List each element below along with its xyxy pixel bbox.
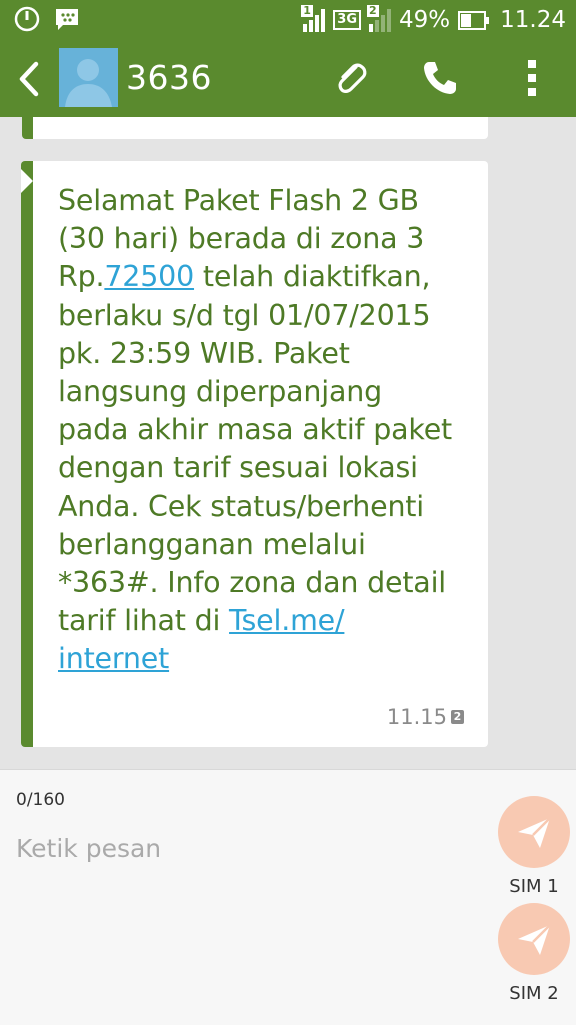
message-line: dengan tarif sesuai lokasi — [58, 449, 478, 487]
message-line: internet — [58, 640, 478, 678]
sim1-badge: 1 — [301, 4, 313, 17]
message-text-segment: pk. 23:59 WIB. Paket — [58, 336, 350, 370]
status-bar: 1 3G 2 49% 11.24 — [0, 0, 576, 40]
message-time: 11.15 — [386, 705, 447, 729]
message-text-segment: tarif lihat di — [58, 604, 230, 638]
message-line: *363#. Info zona dan detail — [58, 564, 478, 602]
sim2-signal-icon: 2 — [367, 4, 392, 32]
message-text-segment: pada akhir masa aktif paket — [58, 413, 453, 447]
battery-fill — [461, 13, 471, 27]
message-link[interactable]: 72500 — [104, 260, 194, 293]
contact-avatar[interactable] — [59, 48, 118, 107]
send-icon — [518, 817, 551, 848]
send-sim1-group: SIM 1 — [494, 796, 574, 897]
message-meta: 11.15 2 — [387, 705, 464, 729]
message-line: pk. 23:59 WIB. Paket — [58, 335, 478, 373]
message-text-segment: *363#. Info zona dan detail — [58, 566, 447, 600]
network-type-badge: 3G — [333, 10, 362, 30]
message-text-segment: Rp. — [58, 260, 105, 294]
call-button[interactable] — [420, 58, 460, 98]
char-counter: 0/160 — [16, 790, 65, 810]
message-line: (30 hari) berada di zona 3 — [58, 220, 478, 258]
send-sim2-button[interactable] — [498, 903, 570, 975]
message-body: Selamat Paket Flash 2 GB (30 hari) berada… — [58, 182, 478, 679]
message-list[interactable]: Selamat Paket Flash 2 GB (30 hari) berada… — [0, 117, 576, 769]
send-sim2-group: SIM 2 — [494, 903, 574, 1004]
message-link[interactable]: Tsel.me/ — [229, 604, 345, 637]
message-line: Anda. Cek status/berhenti — [58, 488, 478, 526]
message-line: berlaku s/d tgl 01/07/2015 — [58, 297, 478, 335]
message-text-segment: berlaku s/d tgl 01/07/2015 — [58, 298, 431, 332]
message-line: tarif lihat di Tsel.me/ — [58, 602, 478, 640]
back-arrow-icon — [19, 61, 39, 97]
message-text-segment: dengan tarif sesuai lokasi — [58, 451, 418, 485]
send-sim2-label: SIM 2 — [509, 983, 559, 1004]
back-button[interactable] — [14, 60, 48, 98]
bbm-notification-icon — [54, 6, 80, 32]
sim1-signal-icon: 1 — [301, 4, 326, 32]
message-bubble[interactable]: Selamat Paket Flash 2 GB (30 hari) berada… — [21, 161, 488, 747]
phone-icon — [424, 62, 456, 94]
message-text-segment: langsung diperpanjang — [58, 375, 382, 409]
bubble-tail — [21, 169, 33, 193]
message-input[interactable] — [16, 828, 476, 868]
message-line: Selamat Paket Flash 2 GB — [58, 182, 478, 220]
message-line: berlangganan melalui — [58, 526, 478, 564]
message-text-segment: berlangganan melalui — [58, 527, 366, 561]
attach-button[interactable] — [331, 58, 371, 98]
send-icon — [518, 924, 551, 955]
previous-message-bubble[interactable] — [22, 117, 488, 139]
send-sim1-button[interactable] — [498, 796, 570, 868]
sim-slot-icon: 2 — [451, 710, 464, 724]
clock: 11.24 — [500, 7, 566, 33]
compose-area: 0/160 SIM 1 SIM 2 — [0, 769, 576, 1025]
message-link[interactable]: internet — [58, 642, 169, 675]
paperclip-icon — [338, 63, 367, 93]
message-line: pada akhir masa aktif paket — [58, 411, 478, 449]
battery-percent: 49% — [399, 7, 451, 33]
person-silhouette-icon — [65, 59, 112, 107]
message-line: langsung diperpanjang — [58, 373, 478, 411]
sim2-badge: 2 — [367, 4, 379, 17]
message-text-segment: (30 hari) berada di zona 3 — [58, 222, 425, 256]
overflow-menu-button[interactable] — [512, 58, 552, 98]
send-sim1-label: SIM 1 — [509, 876, 559, 897]
power-saver-icon — [14, 6, 40, 32]
app-bar: 3636 — [0, 40, 576, 117]
message-text-segment: Selamat Paket Flash 2 GB — [58, 184, 419, 217]
message-text-segment: Anda. Cek status/berhenti — [58, 489, 425, 523]
battery-icon — [458, 10, 490, 30]
message-line: Rp.72500 telah diaktifkan, — [58, 258, 478, 296]
contact-name[interactable]: 3636 — [126, 58, 212, 97]
message-text-segment: telah diaktifkan, — [194, 260, 431, 294]
more-vertical-icon — [528, 60, 536, 96]
